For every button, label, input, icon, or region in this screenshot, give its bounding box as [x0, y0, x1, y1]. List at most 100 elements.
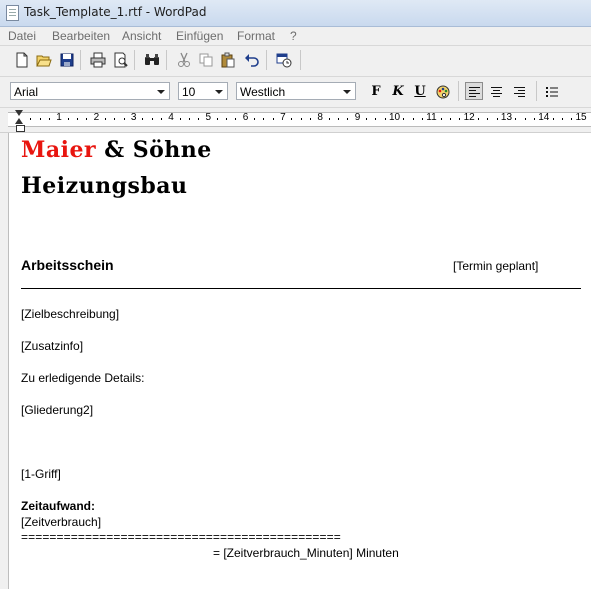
zeitaufwand-label: Zeitaufwand: [21, 499, 95, 513]
underline-button[interactable]: U [411, 83, 429, 101]
left-indent-marker[interactable] [16, 125, 25, 132]
menu-help[interactable]: ? [290, 29, 297, 43]
menu-datei[interactable]: Datei [8, 29, 36, 43]
toolbar-separator [134, 50, 135, 70]
ruler-number: 2 [93, 112, 100, 123]
ruler-tick [48, 118, 50, 120]
ruler-tick [123, 118, 125, 120]
ruler-tick [254, 118, 256, 120]
ruler-tick [67, 118, 69, 120]
zielbeschreibung-placeholder: [Zielbeschreibung] [21, 307, 120, 321]
ruler-tick [477, 118, 479, 120]
company-name-red: Maier [21, 137, 97, 163]
color-button[interactable] [434, 83, 452, 101]
print-icon[interactable] [90, 52, 106, 68]
ruler-tick [496, 118, 498, 120]
new-document-icon[interactable] [14, 52, 30, 68]
chevron-down-icon [343, 90, 351, 94]
copy-icon[interactable] [198, 52, 214, 68]
bullet-list-icon [546, 87, 558, 97]
toolbar-separator [80, 50, 81, 70]
ruler[interactable]: 1 2 3 4 5 6 7 8 9 10 11 12 13 14 15 [0, 108, 591, 133]
ruler-tick [412, 118, 414, 120]
ruler-number: 5 [205, 112, 212, 123]
toolbar-separator [266, 50, 267, 70]
ruler-number: 9 [354, 112, 361, 123]
font-name-value: Arial [14, 85, 39, 99]
ruler-number: 15 [575, 112, 587, 123]
ruler-number: 4 [168, 112, 174, 123]
ruler-tick [86, 118, 88, 120]
script-dropdown[interactable]: Westlich [236, 82, 356, 100]
ruler-tick [440, 118, 442, 120]
title-bar: Task_Template_1.rtf - WordPad [0, 0, 591, 27]
ruler-tick [30, 118, 32, 120]
ruler-tick [216, 118, 218, 120]
ruler-number: 10 [389, 112, 401, 123]
menu-einfuegen[interactable]: Einfügen [176, 29, 223, 43]
open-folder-icon[interactable] [36, 52, 52, 68]
toolbar-separator [166, 50, 167, 70]
save-icon[interactable] [59, 52, 75, 68]
ruler-tick [375, 118, 377, 120]
ruler-tick [198, 118, 200, 120]
griff-placeholder: [1-Griff] [21, 467, 61, 481]
ruler-tick [421, 118, 423, 120]
font-size-dropdown[interactable]: 10 [178, 82, 228, 100]
standard-toolbar [0, 46, 591, 77]
ruler-tick [160, 118, 162, 120]
ruler-number: 6 [242, 112, 249, 123]
toolbar-separator [536, 81, 537, 101]
ruler-tick [366, 118, 368, 120]
ruler-tick [226, 118, 228, 120]
document-area[interactable]: Maier & Söhne Heizungsbau Arbeitsschein … [0, 133, 591, 589]
ruler-tick [300, 118, 302, 120]
ruler-tick [114, 118, 116, 120]
bold-button[interactable]: F [367, 83, 385, 101]
left-margin [0, 133, 9, 589]
ruler-number: 3 [130, 112, 137, 123]
menu-bearbeiten[interactable]: Bearbeiten [52, 29, 110, 43]
print-preview-icon[interactable] [113, 52, 129, 68]
ruler-tick [76, 118, 78, 120]
menu-format[interactable]: Format [237, 29, 275, 43]
window-title: Task_Template_1.rtf - WordPad [24, 5, 207, 19]
zeitverbrauch-placeholder: [Zeitverbrauch] [21, 515, 102, 529]
gliederung-placeholder: [Gliederung2] [21, 403, 94, 417]
horizontal-rule [21, 288, 581, 289]
document-page[interactable]: Maier & Söhne Heizungsbau Arbeitsschein … [9, 133, 591, 589]
chevron-down-icon [215, 90, 223, 94]
hanging-indent-marker[interactable] [15, 118, 23, 124]
ruler-number: 12 [463, 112, 475, 123]
bullets-button[interactable] [543, 83, 561, 101]
wordpad-document-icon [6, 5, 19, 21]
ruler-tick [104, 118, 106, 120]
ruler-tick [487, 118, 489, 120]
ruler-tick [328, 118, 330, 120]
undo-icon[interactable] [244, 52, 260, 68]
font-name-dropdown[interactable]: Arial [10, 82, 170, 100]
first-line-indent-marker[interactable] [15, 110, 23, 116]
ruler-tick [571, 118, 573, 120]
align-right-icon [514, 87, 525, 99]
ruler-number: 13 [500, 112, 513, 123]
ruler-tick [338, 118, 340, 120]
ruler-tick [459, 118, 461, 120]
ruler-tick [151, 118, 153, 120]
align-center-button[interactable] [488, 83, 506, 101]
cut-icon[interactable] [176, 52, 192, 68]
find-icon[interactable] [144, 52, 160, 68]
ruler-number: 14 [538, 112, 550, 123]
ruler-tick [235, 118, 237, 120]
menu-bar: Datei Bearbeiten Ansicht Einfügen Format… [0, 27, 591, 46]
align-right-button[interactable] [511, 83, 529, 101]
ruler-tick [272, 118, 274, 120]
align-left-icon [469, 87, 480, 99]
menu-ansicht[interactable]: Ansicht [122, 29, 161, 43]
script-value: Westlich [240, 85, 286, 99]
ruler-tick [347, 118, 349, 120]
insert-datetime-icon[interactable] [276, 52, 292, 68]
italic-button[interactable]: K [389, 83, 407, 101]
paste-icon[interactable] [220, 52, 236, 68]
align-left-button[interactable] [465, 82, 483, 100]
